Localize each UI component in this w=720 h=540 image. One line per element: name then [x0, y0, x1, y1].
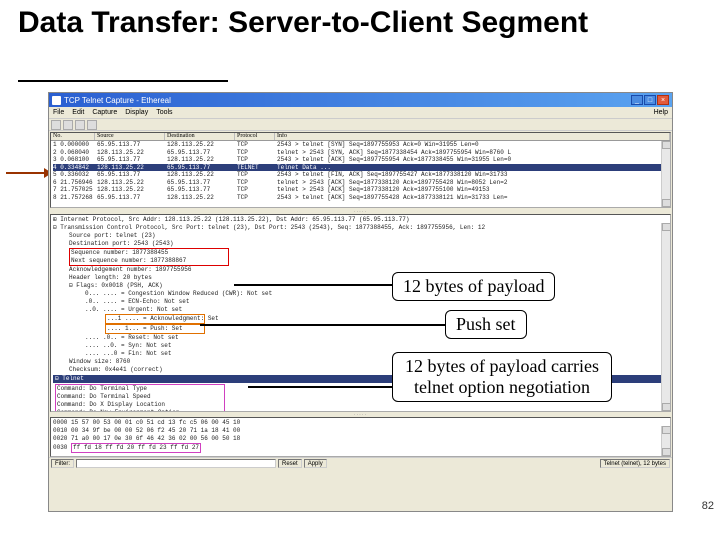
packet-row[interactable]: 1 0.00000065.95.113.77128.113.25.22TCP25…: [53, 141, 668, 149]
callout-push: Push set: [445, 310, 527, 339]
seq-highlight-box: Sequence number: 1877388455 Next sequenc…: [69, 248, 229, 266]
col-proto[interactable]: Protocol: [235, 133, 275, 141]
packet-list-pane[interactable]: No. Source Destination Protocol Info 1 0…: [50, 132, 671, 208]
toolbar-button[interactable]: [63, 120, 73, 130]
slide-title: Data Transfer: Server-to-Client Segment: [18, 6, 588, 41]
detail-rst[interactable]: .... .0.. = Reset: Not set: [53, 334, 668, 342]
detail-dstport[interactable]: Destination port: 2543 (2543): [53, 240, 668, 248]
menu-help[interactable]: Help: [654, 109, 668, 116]
highlight-arrow: [6, 172, 46, 174]
col-info[interactable]: Info: [275, 133, 670, 141]
callout-telnet-options: 12 bytes of payload carries telnet optio…: [392, 352, 612, 402]
detail-hdrlen[interactable]: Header length: 20 bytes: [53, 274, 668, 282]
packet-row-selected[interactable]: 4 0.334842128.113.25.2265.95.113.77TELNE…: [53, 164, 668, 172]
callout-payload: 12 bytes of payload: [392, 272, 555, 301]
status-info: Telnet (telnet), 12 bytes: [600, 459, 670, 468]
detail-tcp[interactable]: ⊟ Transmission Control Protocol, Src Por…: [53, 224, 668, 232]
detail-ip[interactable]: ⊞ Internet Protocol, Src Addr: 128.113.2…: [53, 216, 668, 224]
hex-line[interactable]: 0020 71 a0 00 17 0e 30 6f 46 42 36 02 00…: [53, 435, 668, 443]
psh-highlight-box: .... 1... = Push: Set: [105, 324, 205, 334]
hex-dump-pane[interactable]: 0000 15 57 00 53 00 01 c0 51 cd 13 fc c5…: [50, 417, 671, 457]
page-number: 82: [702, 500, 714, 512]
detail-ackf[interactable]: ...1 .... = Acknowledgment: Set: [107, 315, 219, 322]
packet-row[interactable]: 8 21.75726865.95.113.77128.113.25.22TCP2…: [53, 194, 668, 202]
detail-ack[interactable]: Acknowledgement number: 1897755956: [53, 266, 668, 274]
apply-button[interactable]: Apply: [304, 459, 327, 468]
callout-line: [248, 386, 392, 388]
title-underline: [18, 80, 228, 82]
ack-highlight-box: ...1 .... = Acknowledgment: Set: [105, 314, 205, 324]
menu-display[interactable]: Display: [125, 109, 148, 116]
window-titlebar[interactable]: TCP Telnet Capture - Ethereal _ □ ×: [49, 93, 672, 107]
detail-syn[interactable]: .... ..0. = Syn: Not set: [53, 342, 668, 350]
filter-label: Filter:: [51, 459, 74, 468]
hex-line[interactable]: 0030 ff fd 18 ff fd 20 ff fd 23 ff fd 27: [53, 443, 668, 453]
app-icon: [52, 96, 61, 105]
hex-highlight: ff fd 18 ff fd 20 ff fd 23 ff fd 27: [71, 443, 201, 453]
packet-list-header: No. Source Destination Protocol Info: [51, 133, 670, 141]
col-dst[interactable]: Destination: [165, 133, 235, 141]
menu-tools[interactable]: Tools: [156, 109, 172, 116]
detail-cmd4[interactable]: Command: Do New Environment Option: [57, 409, 223, 412]
reset-button[interactable]: Reset: [278, 459, 302, 468]
detail-srcport[interactable]: Source port: telnet (23): [53, 232, 668, 240]
menu-file[interactable]: File: [53, 109, 64, 116]
detail-cmd2[interactable]: Command: Do Terminal Speed: [57, 393, 223, 401]
packet-row[interactable]: 2 0.068040128.113.25.2265.95.113.77TCPte…: [53, 149, 668, 157]
packet-row[interactable]: 5 0.33603265.95.113.77128.113.25.22TCP25…: [53, 171, 668, 179]
detail-cmd3[interactable]: Command: Do X Display Location: [57, 401, 223, 409]
filter-input[interactable]: [76, 459, 276, 468]
detail-ece[interactable]: .0.. .... = ECN-Echo: Not set: [53, 298, 668, 306]
callout-line: [200, 324, 445, 326]
detail-psh[interactable]: .... 1... = Push: Set: [107, 325, 183, 332]
statusbar: Filter: Reset Apply Telnet (telnet), 12 …: [49, 457, 672, 469]
col-no[interactable]: No.: [51, 133, 95, 141]
packet-row[interactable]: 6 21.756946128.113.25.2265.95.113.77TCPt…: [53, 179, 668, 187]
detail-cwr[interactable]: 0... .... = Congestion Window Reduced (C…: [53, 290, 668, 298]
toolbar-button[interactable]: [87, 120, 97, 130]
col-src[interactable]: Source: [95, 133, 165, 141]
hex-line[interactable]: 0000 15 57 00 53 00 01 c0 51 cd 13 fc c5…: [53, 419, 668, 427]
telnet-commands-box: Command: Do Terminal Type Command: Do Te…: [55, 384, 225, 412]
menu-edit[interactable]: Edit: [72, 109, 84, 116]
detail-urg[interactable]: ..0. .... = Urgent: Not set: [53, 306, 668, 314]
scrollbar[interactable]: [661, 141, 670, 207]
toolbar: [49, 119, 672, 131]
ethereal-window: TCP Telnet Capture - Ethereal _ □ × File…: [48, 92, 673, 512]
scrollbar[interactable]: [661, 426, 670, 456]
window-title: TCP Telnet Capture - Ethereal: [64, 96, 171, 105]
detail-seq[interactable]: Sequence number: 1877388455: [71, 249, 227, 257]
maximize-button[interactable]: □: [644, 95, 656, 105]
minimize-button[interactable]: _: [631, 95, 643, 105]
detail-nextseq[interactable]: Next sequence number: 1877388867: [71, 257, 227, 265]
toolbar-button[interactable]: [51, 120, 61, 130]
toolbar-button[interactable]: [75, 120, 85, 130]
close-button[interactable]: ×: [657, 95, 669, 105]
packet-row[interactable]: 7 21.757025128.113.25.2265.95.113.77TCPt…: [53, 186, 668, 194]
detail-cmd1[interactable]: Command: Do Terminal Type: [57, 385, 223, 393]
menubar: File Edit Capture Display Tools Help: [49, 107, 672, 119]
menu-capture[interactable]: Capture: [92, 109, 117, 116]
hex-line[interactable]: 0010 00 34 9f be 00 00 52 06 f2 45 20 71…: [53, 427, 668, 435]
scrollbar[interactable]: [661, 223, 670, 411]
packet-row[interactable]: 3 0.06810065.95.113.77128.113.25.22TCP25…: [53, 156, 668, 164]
callout-line: [234, 284, 392, 286]
